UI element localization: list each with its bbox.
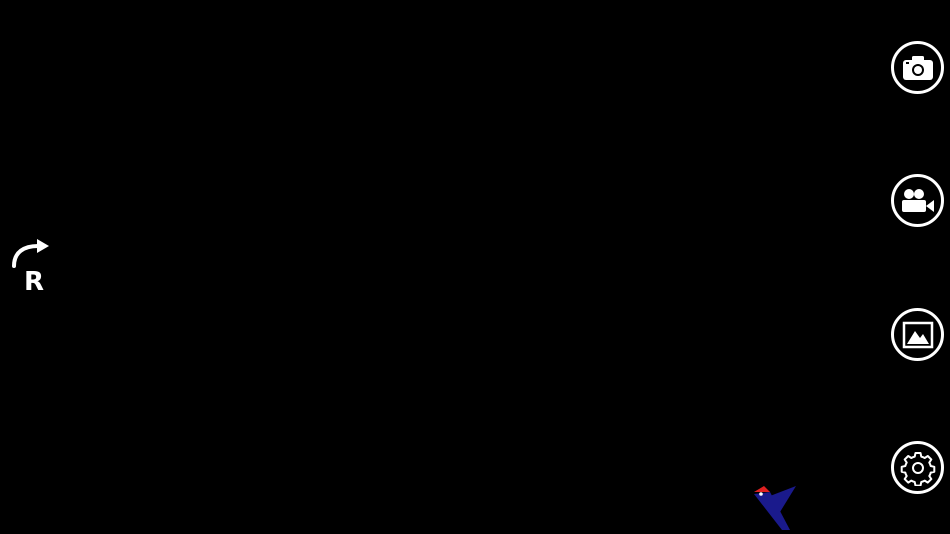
take-photo-button[interactable] [891, 41, 944, 94]
rotate-button[interactable]: R [10, 238, 52, 294]
rotate-arrow-icon: R [12, 239, 49, 294]
settings-button[interactable] [891, 441, 944, 494]
record-video-button[interactable] [891, 174, 944, 227]
video-camera-icon [901, 188, 934, 212]
gear-icon [900, 451, 935, 486]
camera-viewfinder[interactable]: R [0, 0, 950, 534]
camera-icon [902, 55, 933, 80]
brand-logo [750, 484, 798, 532]
rotate-letter: R [24, 267, 44, 294]
gallery-button[interactable] [891, 308, 944, 361]
image-gallery-icon [902, 321, 933, 348]
bird-logo-icon [754, 486, 796, 530]
